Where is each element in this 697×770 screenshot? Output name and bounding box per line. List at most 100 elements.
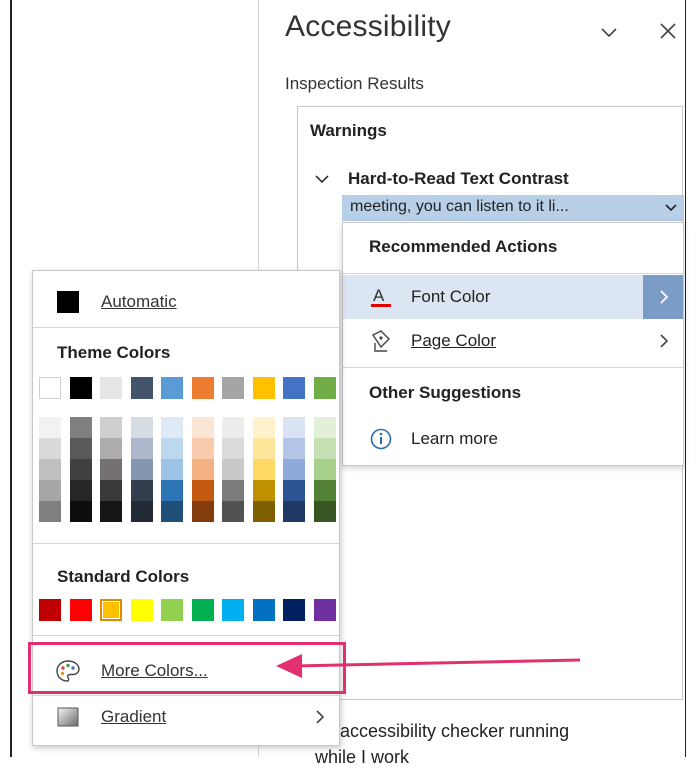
theme-tint-swatch[interactable] bbox=[130, 438, 153, 459]
standard-color-swatch[interactable] bbox=[283, 599, 305, 621]
theme-tint-swatch[interactable] bbox=[313, 438, 336, 459]
theme-tint-swatch[interactable] bbox=[130, 501, 153, 522]
standard-color-swatch[interactable] bbox=[252, 599, 275, 621]
theme-tint-swatch[interactable] bbox=[191, 480, 214, 501]
theme-tint-swatch[interactable] bbox=[161, 417, 183, 438]
chevron-down-icon[interactable] bbox=[314, 173, 330, 185]
menu-divider bbox=[343, 273, 683, 274]
theme-tint-swatch[interactable] bbox=[69, 501, 92, 522]
standard-color-swatch[interactable] bbox=[161, 599, 183, 621]
pane-title: Accessibility bbox=[285, 10, 451, 43]
theme-tint-swatch[interactable] bbox=[39, 417, 61, 438]
standard-color-swatch[interactable] bbox=[130, 599, 153, 621]
standard-color-swatch[interactable] bbox=[222, 599, 244, 621]
theme-tint-swatch[interactable] bbox=[69, 438, 92, 459]
page-color-menu-item[interactable]: Page Color bbox=[343, 319, 683, 363]
gradient-icon bbox=[57, 707, 79, 727]
theme-tint-swatch[interactable] bbox=[313, 459, 336, 480]
font-color-submenu-button[interactable] bbox=[643, 275, 683, 319]
theme-tint-swatch[interactable] bbox=[161, 438, 183, 459]
theme-color-swatch[interactable] bbox=[69, 377, 92, 399]
keep-checker-running-label[interactable]: ep accessibility checker running while I… bbox=[315, 718, 675, 770]
theme-tint-swatch[interactable] bbox=[100, 438, 122, 459]
standard-color-swatch[interactable] bbox=[313, 599, 336, 621]
theme-tint-swatch[interactable] bbox=[39, 438, 61, 459]
automatic-label: Automatic bbox=[101, 292, 177, 311]
gradient-menu-item[interactable]: Gradient bbox=[33, 695, 339, 739]
issue-item-text: meeting, you can listen to it li... bbox=[350, 198, 569, 215]
callout-arrow-icon bbox=[276, 654, 581, 678]
theme-color-swatch[interactable] bbox=[283, 377, 305, 399]
svg-text:A: A bbox=[373, 286, 385, 305]
theme-tint-swatch[interactable] bbox=[283, 438, 305, 459]
theme-tint-swatch[interactable] bbox=[100, 501, 122, 522]
theme-tint-swatch[interactable] bbox=[100, 480, 122, 501]
page-color-label: Page Color bbox=[411, 331, 497, 350]
close-icon[interactable] bbox=[657, 20, 679, 42]
theme-tint-swatch[interactable] bbox=[252, 501, 275, 522]
theme-tint-swatch[interactable] bbox=[283, 501, 305, 522]
theme-tint-swatch[interactable] bbox=[39, 501, 61, 522]
theme-color-swatch[interactable] bbox=[130, 377, 153, 399]
theme-tint-swatch[interactable] bbox=[191, 417, 214, 438]
automatic-color-item[interactable]: Automatic bbox=[33, 279, 339, 319]
theme-tint-swatch[interactable] bbox=[252, 480, 275, 501]
theme-tint-swatch[interactable] bbox=[161, 501, 183, 522]
standard-color-swatch[interactable] bbox=[191, 599, 214, 621]
theme-tint-swatch[interactable] bbox=[69, 480, 92, 501]
theme-tint-swatch[interactable] bbox=[252, 438, 275, 459]
theme-tint-swatch[interactable] bbox=[69, 459, 92, 480]
theme-tint-swatch[interactable] bbox=[313, 480, 336, 501]
standard-color-swatch[interactable] bbox=[100, 599, 122, 621]
theme-tint-swatch[interactable] bbox=[130, 480, 153, 501]
theme-tint-swatch[interactable] bbox=[222, 417, 244, 438]
theme-tint-swatch[interactable] bbox=[191, 438, 214, 459]
theme-tint-swatch[interactable] bbox=[222, 480, 244, 501]
theme-tint-swatch[interactable] bbox=[130, 417, 153, 438]
chevron-down-icon[interactable] bbox=[664, 203, 678, 213]
menu-divider bbox=[33, 635, 339, 636]
theme-color-swatch[interactable] bbox=[39, 377, 61, 399]
theme-tint-swatch[interactable] bbox=[100, 417, 122, 438]
theme-tint-swatch[interactable] bbox=[222, 438, 244, 459]
keep-checker-line2: while I work bbox=[315, 747, 410, 767]
theme-tint-swatch[interactable] bbox=[69, 417, 92, 438]
theme-tint-swatch[interactable] bbox=[191, 501, 214, 522]
recommended-actions-menu: Recommended Actions A Font Color Page Co… bbox=[342, 222, 684, 466]
theme-tint-swatch[interactable] bbox=[39, 480, 61, 501]
theme-tint-swatch[interactable] bbox=[161, 480, 183, 501]
font-color-icon: A bbox=[371, 286, 391, 307]
learn-more-menu-item[interactable]: Learn more bbox=[343, 417, 683, 461]
theme-color-swatch[interactable] bbox=[222, 377, 244, 399]
theme-color-swatch[interactable] bbox=[100, 377, 122, 399]
font-color-menu-item[interactable]: A Font Color bbox=[343, 275, 683, 319]
standard-color-swatch[interactable] bbox=[69, 599, 92, 621]
theme-tint-swatch[interactable] bbox=[222, 501, 244, 522]
theme-tint-swatch[interactable] bbox=[313, 417, 336, 438]
theme-tint-swatch[interactable] bbox=[313, 501, 336, 522]
theme-tint-swatch[interactable] bbox=[161, 459, 183, 480]
menu-divider bbox=[33, 543, 339, 544]
standard-color-swatch[interactable] bbox=[39, 599, 61, 621]
theme-color-swatch[interactable] bbox=[313, 377, 336, 399]
theme-tint-swatch[interactable] bbox=[283, 417, 305, 438]
theme-tint-swatch[interactable] bbox=[130, 459, 153, 480]
issue-item-selected[interactable]: meeting, you can listen to it li... bbox=[342, 195, 684, 221]
theme-tint-swatch[interactable] bbox=[191, 459, 214, 480]
pane-options-chevron-icon[interactable] bbox=[599, 22, 619, 42]
theme-color-swatch[interactable] bbox=[191, 377, 214, 399]
theme-color-swatch[interactable] bbox=[252, 377, 275, 399]
chevron-right-icon bbox=[660, 334, 669, 348]
theme-tint-swatch[interactable] bbox=[252, 417, 275, 438]
theme-tint-swatch[interactable] bbox=[100, 459, 122, 480]
warnings-header: Warnings bbox=[310, 121, 387, 140]
theme-colors-header: Theme Colors bbox=[57, 343, 171, 362]
theme-tint-swatch[interactable] bbox=[283, 480, 305, 501]
theme-tint-swatch[interactable] bbox=[283, 459, 305, 480]
theme-tint-swatch[interactable] bbox=[222, 459, 244, 480]
theme-tint-swatch[interactable] bbox=[39, 459, 61, 480]
issue-group-hard-to-read-contrast[interactable]: Hard-to-Read Text Contrast bbox=[306, 167, 676, 193]
automatic-color-swatch bbox=[57, 291, 79, 313]
theme-color-swatch[interactable] bbox=[161, 377, 183, 399]
theme-tint-swatch[interactable] bbox=[252, 459, 275, 480]
